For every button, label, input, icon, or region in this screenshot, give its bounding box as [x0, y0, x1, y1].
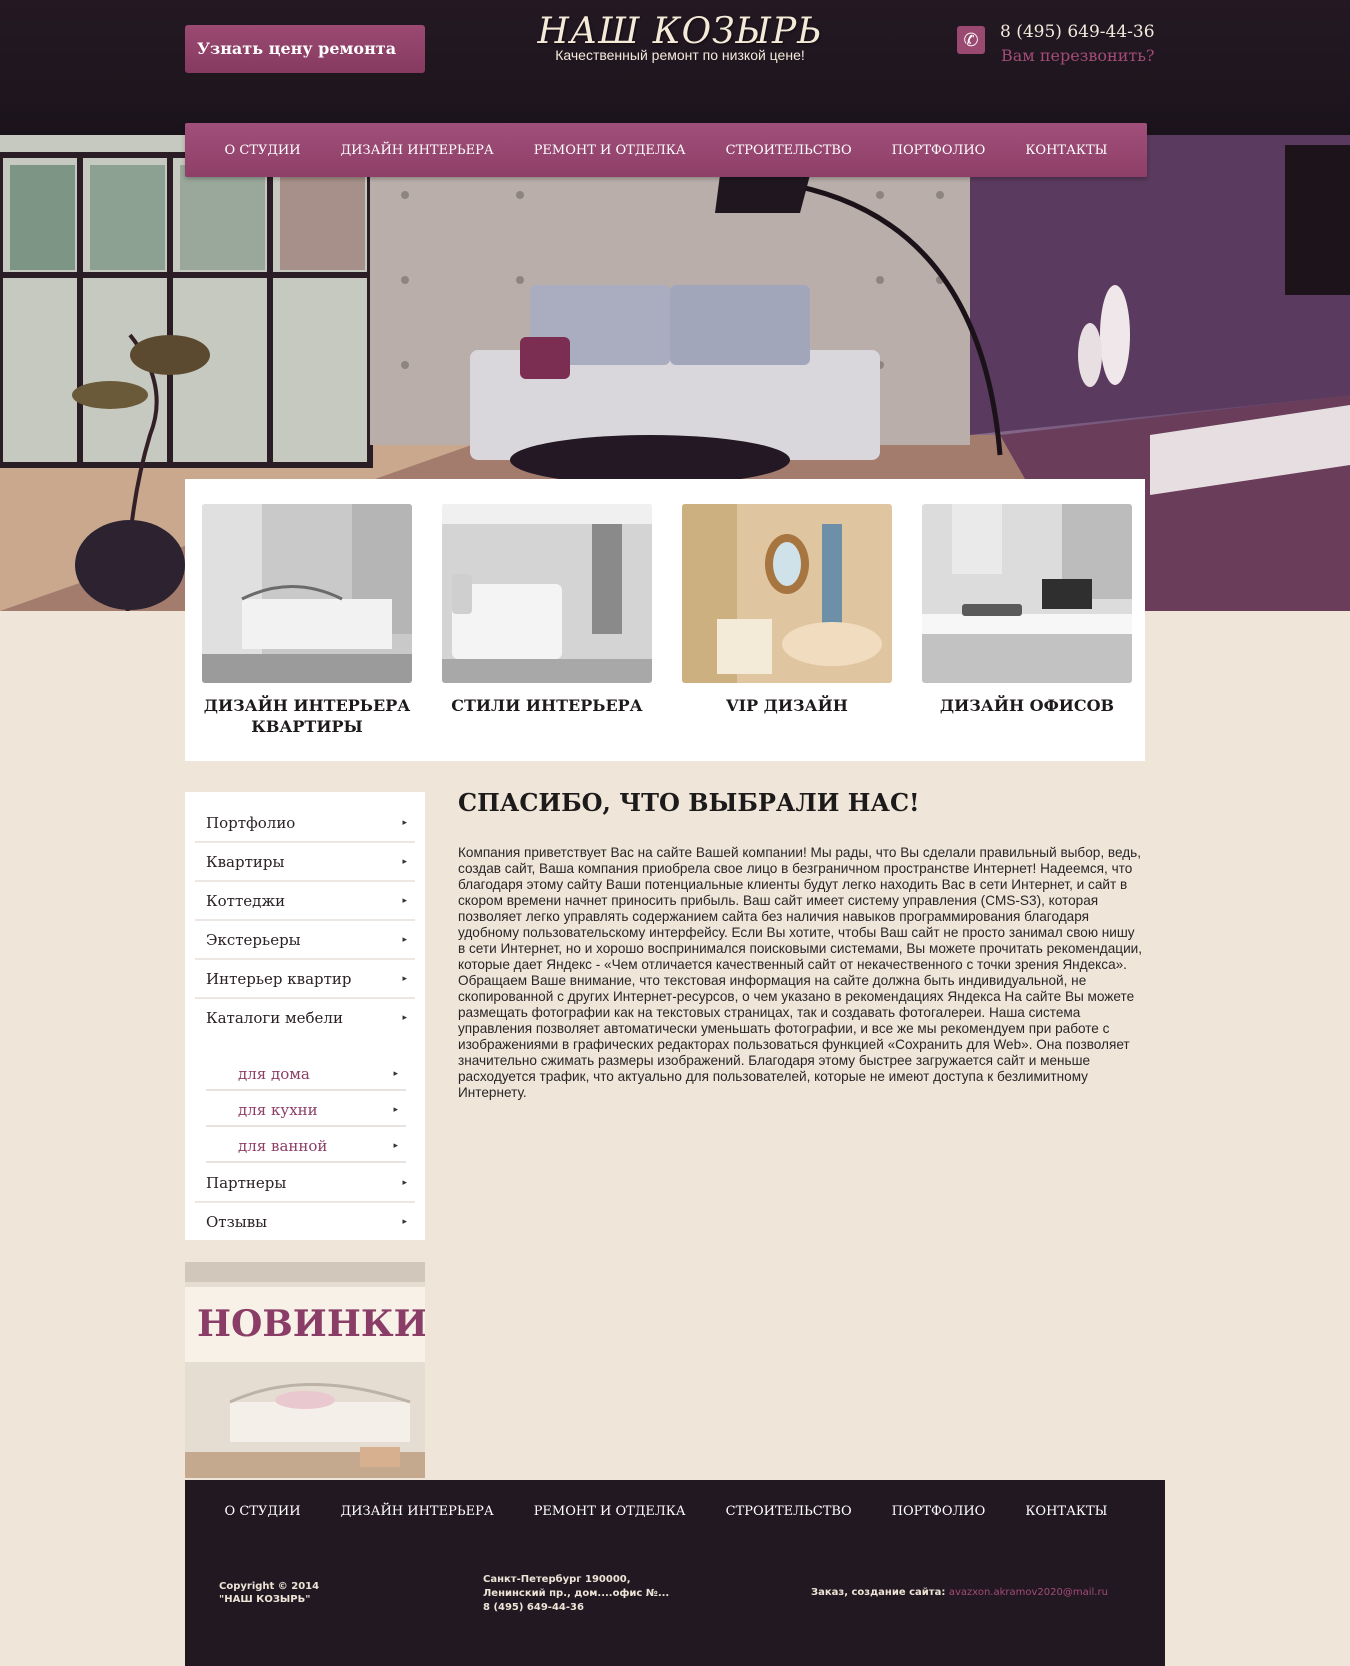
sidebar-subitem-label: для кухни [238, 1101, 318, 1119]
footer-nav-studio[interactable]: О СТУДИИ [205, 1504, 321, 1519]
card-interior-styles-title[interactable]: СТИЛИ ИНТЕРЬЕРА [442, 695, 652, 716]
address-city: Санкт-Петербург 190000, [483, 1574, 631, 1585]
sidebar-item-reviews[interactable]: Отзывы ▸ [195, 1203, 415, 1242]
chevron-right-icon: ▸ [402, 1178, 407, 1188]
card-interior-styles[interactable]: СТИЛИ ИНТЕРЬЕРА [442, 504, 652, 716]
welcome-text: Компания приветствует Вас на сайте Вашей… [458, 845, 1143, 1100]
sidebar-menu: Портфолио ▸ Квартиры ▸ Коттеджи ▸ Экстерьер… [185, 792, 425, 1240]
footer-site-order: Заказ, создание сайта: avazxon.akramov20… [811, 1587, 1108, 1598]
footer-nav: О СТУДИИ ДИЗАЙН ИНТЕРЬЕРА РЕМОНТ И ОТДЕЛ… [185, 1504, 1147, 1519]
site-order-email-link[interactable]: avazxon.akramov2020@mail.ru [949, 1587, 1108, 1598]
news-banner-label: НОВИНКИ [185, 1287, 425, 1362]
sidebar-item-label: Квартиры [206, 853, 285, 871]
price-request-button[interactable]: Узнать цену ремонта [185, 25, 425, 73]
nav-item-contacts[interactable]: КОНТАКТЫ [1005, 143, 1127, 158]
sidebar-item-label: Каталоги мебели [206, 1009, 343, 1027]
chevron-right-icon: ▸ [402, 935, 407, 945]
sidebar-item-label: Коттеджи [206, 892, 286, 910]
sidebar-item-portfolio[interactable]: Портфолио ▸ [195, 804, 415, 843]
nav-item-portfolio[interactable]: ПОРТФОЛИО [872, 143, 1006, 158]
sidebar-item-apartments[interactable]: Квартиры ▸ [195, 843, 415, 882]
address-phone: 8 (495) 649-44-36 [483, 1602, 584, 1613]
bedroom-photo [202, 504, 412, 683]
sidebar-item-apartment-interiors[interactable]: Интерьер квартир ▸ [195, 960, 415, 999]
sidebar-item-furniture-catalogs[interactable]: Каталоги мебели ▸ [195, 999, 415, 1038]
card-interior-styles-image[interactable] [442, 504, 652, 683]
chevron-right-icon: ▸ [393, 1105, 398, 1115]
nav-item-interior-design[interactable]: ДИЗАЙН ИНТЕРЬЕРА [321, 143, 514, 158]
services-cards-panel: ДИЗАЙН ИНТЕРЬЕРА КВАРТИРЫ СТИЛИ ИНТЕРЬЕР… [185, 479, 1145, 761]
footer: О СТУДИИ ДИЗАЙН ИНТЕРЬЕРА РЕМОНТ И ОТДЕЛ… [185, 1480, 1165, 1666]
chevron-right-icon: ▸ [402, 857, 407, 867]
sidebar-item-exteriors[interactable]: Экстерьеры ▸ [195, 921, 415, 960]
card-vip-design[interactable]: VIP ДИЗАЙН [682, 504, 892, 716]
sidebar-subitem-kitchen[interactable]: для кухни ▸ [206, 1093, 406, 1127]
sidebar-item-label: Портфолио [206, 814, 296, 832]
card-vip-design-title[interactable]: VIP ДИЗАЙН [682, 695, 892, 716]
card-office-design-title[interactable]: ДИЗАЙН ОФИСОВ [922, 695, 1132, 716]
sidebar-subitem-label: для ванной [238, 1137, 328, 1155]
chevron-right-icon: ▸ [402, 974, 407, 984]
bathroom-photo [682, 504, 892, 683]
sidebar-item-label: Партнеры [206, 1174, 287, 1192]
chevron-right-icon: ▸ [402, 818, 407, 828]
sidebar-subitem-label: для дома [238, 1065, 310, 1083]
chevron-right-icon: ▸ [402, 1013, 407, 1023]
footer-copyright: Copyright © 2014 "НАШ КОЗЫРЬ" [219, 1580, 319, 1606]
card-apartment-design-title[interactable]: ДИЗАЙН ИНТЕРЬЕРА КВАРТИРЫ [202, 695, 412, 737]
chevron-right-icon: ▸ [393, 1069, 398, 1079]
office-photo [922, 504, 1132, 683]
logo-tagline: Качественный ремонт по низкой цене! [555, 47, 805, 63]
site-order-label: Заказ, создание сайта: [811, 1587, 946, 1598]
phone-icon: ✆ [957, 26, 985, 54]
card-apartment-design[interactable]: ДИЗАЙН ИНТЕРЬЕРА КВАРТИРЫ [202, 504, 412, 737]
chevron-right-icon: ▸ [402, 896, 407, 906]
news-banner[interactable]: НОВИНКИ [185, 1262, 425, 1478]
main-nav: О СТУДИИ ДИЗАЙН ИНТЕРЬЕРА РЕМОНТ И ОТДЕЛ… [185, 123, 1147, 177]
footer-nav-renovation[interactable]: РЕМОНТ И ОТДЕЛКА [514, 1504, 706, 1519]
callback-link[interactable]: Вам перезвонить? [1001, 46, 1155, 65]
nav-item-construction[interactable]: СТРОИТЕЛЬСТВО [706, 143, 872, 158]
chevron-right-icon: ▸ [402, 1217, 407, 1227]
nav-item-studio[interactable]: О СТУДИИ [205, 143, 321, 158]
chevron-right-icon: ▸ [393, 1141, 398, 1151]
footer-nav-interior-design[interactable]: ДИЗАЙН ИНТЕРЬЕРА [321, 1504, 514, 1519]
card-apartment-design-image[interactable] [202, 504, 412, 683]
sidebar-item-label: Интерьер квартир [206, 970, 352, 988]
sidebar-item-cottages[interactable]: Коттеджи ▸ [195, 882, 415, 921]
footer-nav-contacts[interactable]: КОНТАКТЫ [1005, 1504, 1127, 1519]
company-name: "НАШ КОЗЫРЬ" [219, 1594, 311, 1605]
sidebar-subitem-home[interactable]: для дома ▸ [206, 1057, 406, 1091]
card-office-design-image[interactable] [922, 504, 1132, 683]
page-title: СПАСИБО, ЧТО ВЫБРАЛИ НАС! [458, 788, 920, 817]
address-street: Ленинский пр., дом....офис №... [483, 1588, 670, 1599]
card-office-design[interactable]: ДИЗАЙН ОФИСОВ [922, 504, 1132, 716]
classic-bedroom-photo [442, 504, 652, 683]
copyright-line: Copyright © 2014 [219, 1581, 320, 1592]
nav-item-renovation[interactable]: РЕМОНТ И ОТДЕЛКА [514, 143, 706, 158]
footer-address: Санкт-Петербург 190000, Ленинский пр., д… [483, 1573, 669, 1615]
sidebar-item-partners[interactable]: Партнеры ▸ [195, 1164, 415, 1203]
phone-number: 8 (495) 649-44-36 [1000, 22, 1155, 42]
sidebar-subitem-bathroom[interactable]: для ванной ▸ [206, 1129, 406, 1163]
footer-nav-construction[interactable]: СТРОИТЕЛЬСТВО [706, 1504, 872, 1519]
footer-nav-portfolio[interactable]: ПОРТФОЛИО [872, 1504, 1006, 1519]
card-vip-design-image[interactable] [682, 504, 892, 683]
sidebar-item-label: Экстерьеры [206, 931, 301, 949]
sidebar-item-label: Отзывы [206, 1213, 268, 1231]
